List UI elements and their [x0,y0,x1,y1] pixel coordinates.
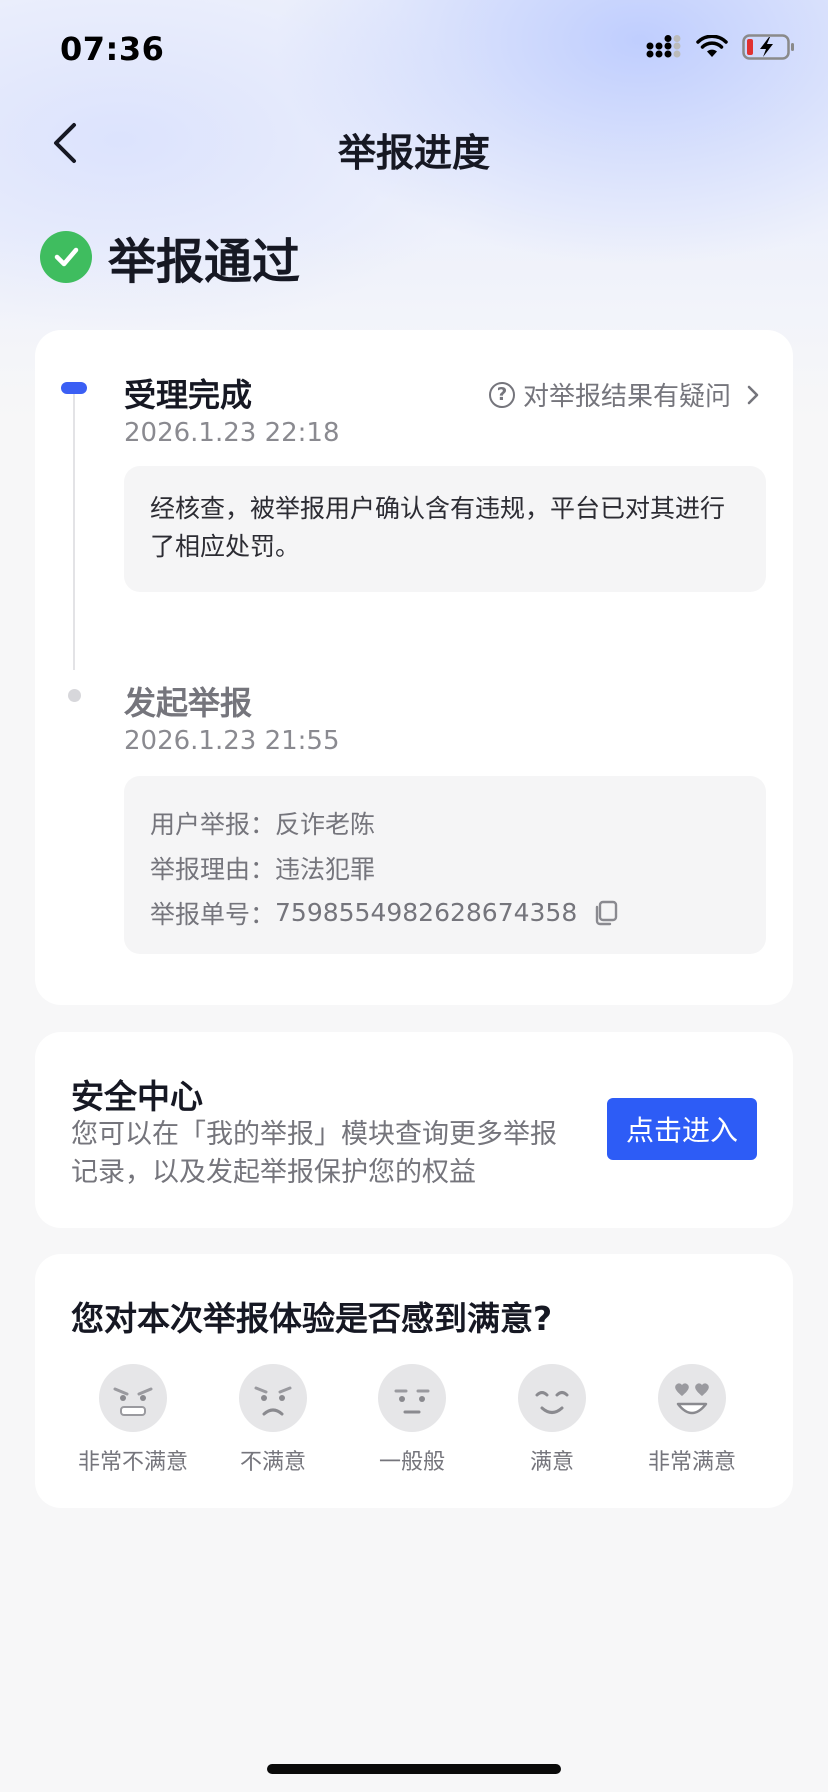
timeline-dot-past [68,689,81,702]
check-circle-icon [40,231,92,283]
chevron-right-icon [747,385,759,404]
rating-label: 满意 [529,1450,574,1475]
rating-option-2[interactable]: 不满意 [203,1362,343,1476]
detail-label: 用户举报： [150,809,276,839]
neutral-face-icon [376,1362,448,1434]
detail-value: 反诈老陈 [275,809,376,839]
rating-option-4[interactable]: 满意 [482,1362,622,1476]
step-title-processed: 受理完成 [124,376,253,414]
question-circle-icon: ? [488,381,515,408]
rating-option-3[interactable]: 一般般 [342,1362,482,1476]
detail-row-reason: 举报理由： 违法犯罪 [150,845,740,890]
wifi-icon [696,35,728,57]
satisfaction-survey-card: 您对本次举报体验是否感到满意? 非常不满意 不满意 一般般 满意 非常满意 [35,1254,793,1508]
heart-eyes-face-icon [656,1362,728,1434]
status-bar: 07:36 [0,0,828,100]
step-time-submitted: 2026.1.23 21:55 [124,726,340,756]
security-center-description: 您可以在「我的举报」模块查询更多举报记录，以及发起举报保护您的权益 [71,1119,557,1188]
status-time: 07:36 [60,30,165,68]
process-result-text: 经核查，被举报用户确认含有违规，平台已对其进行了相应处罚。 [150,494,726,561]
detail-row-report-id: 举报单号： 7598554982628674358 [150,890,740,935]
page-title: 举报进度 [337,131,490,175]
detail-label: 举报单号： [150,899,276,929]
process-result-box: 经核查，被举报用户确认含有违规，平台已对其进行了相应处罚。 [124,466,766,592]
progress-timeline-card: 受理完成 ? 对举报结果有疑问 2026.1.23 22:18 经核查，被举报用… [35,330,793,1005]
detail-row-user: 用户举报： 反诈老陈 [150,800,740,845]
very-angry-face-icon [97,1362,169,1434]
rating-option-1[interactable]: 非常不满意 [63,1362,203,1476]
step-title-submitted: 发起举报 [124,684,253,722]
rating-label: 非常不满意 [77,1450,188,1475]
detail-label: 举报理由： [150,854,276,884]
smile-face-icon [516,1362,588,1434]
timeline-dot-active [61,382,87,394]
satisfaction-options: 非常不满意 不满意 一般般 满意 非常满意 [35,1362,793,1475]
rating-label: 一般般 [378,1450,445,1475]
timeline-line [73,390,75,670]
result-doubt-link[interactable]: ? 对举报结果有疑问 [488,376,763,413]
detail-value: 7598554982628674358 [275,898,578,927]
report-status-text: 举报通过 [108,234,301,290]
cellular-signal-icon [646,35,681,58]
battery-charging-icon [742,34,794,60]
rating-label: 不满意 [239,1450,306,1475]
copy-icon[interactable] [591,899,619,927]
enter-security-center-button[interactable]: 点击进入 [607,1098,757,1160]
status-icons [646,34,796,60]
report-details-box: 用户举报： 反诈老陈 举报理由： 违法犯罪 举报单号： 759855498262… [124,776,766,954]
nav-bar: 举报进度 [0,100,828,190]
security-center-title: 安全中心 [71,1077,203,1116]
rating-label: 非常满意 [647,1450,736,1475]
detail-value: 违法犯罪 [275,854,376,884]
frown-face-icon [237,1362,309,1434]
report-result: 举报通过 [40,222,300,292]
result-doubt-label: 对举报结果有疑问 [522,382,731,412]
step-time-processed: 2026.1.23 22:18 [124,418,340,448]
rating-option-5[interactable]: 非常满意 [622,1362,762,1476]
security-center-card: 安全中心 您可以在「我的举报」模块查询更多举报记录，以及发起举报保护您的权益 点… [35,1032,793,1228]
home-indicator [267,1764,561,1774]
satisfaction-question: 您对本次举报体验是否感到满意? [71,1299,553,1338]
